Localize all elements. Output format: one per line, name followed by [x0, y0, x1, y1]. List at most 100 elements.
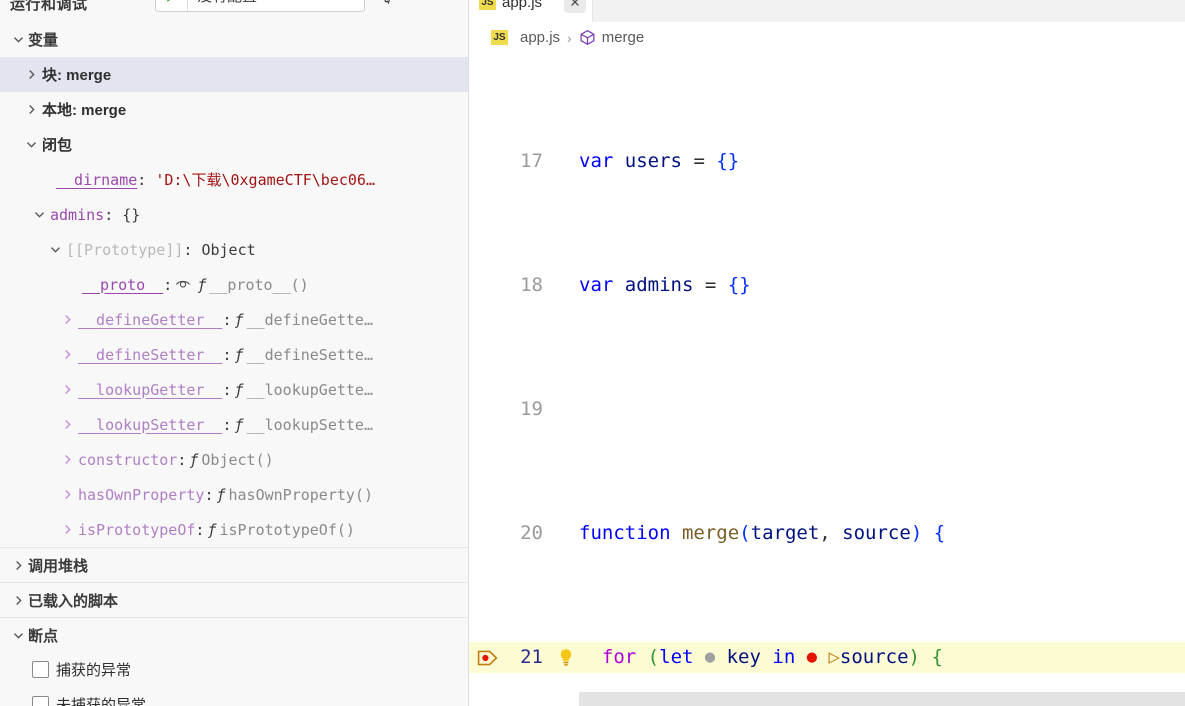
- variable-value: 'D:\下载\0xgameCTF\bec06…: [155, 171, 375, 189]
- run-and-debug-title: 运行和调试: [10, 0, 88, 13]
- code-line[interactable]: 20 function merge(target, source) {: [469, 518, 1185, 549]
- tree-item-hasownproperty[interactable]: hasOwnProperty: ƒ hasOwnProperty(): [0, 477, 468, 512]
- variable-name: __lookupGetter__: [78, 380, 223, 399]
- tree-item-definesetter[interactable]: __defineSetter__: ƒ __defineSette…: [0, 337, 468, 372]
- variable-name: isPrototypeOf: [78, 520, 196, 539]
- tree-item-definegetter[interactable]: __defineGetter__: ƒ __defineGette…: [0, 302, 468, 337]
- function-marker: ƒ: [207, 520, 217, 539]
- code-line[interactable]: 19: [469, 394, 1185, 425]
- breadcrumb-file[interactable]: JS app.js: [491, 29, 560, 46]
- js-file-icon: JS: [479, 0, 496, 10]
- tree-item-constructor[interactable]: constructor: ƒ Object(): [0, 442, 468, 477]
- function-marker: ƒ: [234, 310, 244, 329]
- start-debugging-icon[interactable]: [156, 0, 188, 11]
- chevron-down-icon[interactable]: [338, 0, 364, 1]
- tab-label: app.js: [502, 0, 543, 11]
- lightbulb-icon[interactable]: [553, 648, 579, 668]
- tree-item-lookupsetter[interactable]: __lookupSetter__: ƒ __lookupSette…: [0, 407, 468, 442]
- line-number: 21: [520, 646, 543, 668]
- breakpoint-label: 捕获的异常: [56, 662, 132, 679]
- variable-name: admins: [50, 205, 105, 224]
- code-text: function merge(target, source) {: [579, 522, 946, 544]
- close-icon[interactable]: [564, 0, 586, 13]
- variable-name: __dirname: [56, 170, 138, 189]
- variable-name: __defineGetter__: [78, 310, 223, 329]
- section-header-loaded-scripts[interactable]: 已载入的脚本: [0, 582, 468, 617]
- function-marker: ƒ: [234, 345, 244, 364]
- code-line[interactable]: 17 var users = {}: [469, 146, 1185, 177]
- breakpoint-uncaught-exceptions[interactable]: 未捕获的异常: [0, 687, 468, 706]
- code-text: for (let ● key in ● ▷source) {: [601, 646, 943, 668]
- breadcrumb: JS app.js › merge: [469, 22, 1185, 53]
- function-marker: ƒ: [189, 450, 199, 469]
- breadcrumb-symbol[interactable]: merge: [579, 29, 645, 46]
- breadcrumb-separator: ›: [567, 29, 572, 46]
- section-header-variables[interactable]: 变量: [0, 22, 468, 57]
- code-line[interactable]: 18 var admins = {}: [469, 270, 1185, 301]
- breadcrumb-symbol-label: merge: [601, 29, 645, 46]
- chevron-right-icon: [8, 590, 28, 610]
- chevron-down-icon: [20, 138, 42, 151]
- run-and-debug-sidebar: 运行和调试 没有配置 变量: [0, 0, 469, 706]
- function-marker: ƒ: [234, 415, 244, 434]
- tree-item-local-scope[interactable]: 本地: merge: [0, 92, 468, 127]
- variable-value: __defineSette…: [246, 345, 373, 364]
- gear-icon[interactable]: [375, 0, 401, 8]
- chevron-down-icon: [28, 208, 50, 221]
- breakpoint-marker[interactable]: [469, 648, 507, 668]
- tree-item-prototype[interactable]: [[Prototype]]: Object: [0, 232, 468, 267]
- chevron-down-icon: [8, 30, 28, 50]
- section-header-call-stack[interactable]: 调用堆栈: [0, 547, 468, 582]
- tree-item-label: 块: merge: [42, 67, 112, 84]
- section-label: 已载入的脚本: [28, 592, 119, 610]
- editor-area: JS app.js JS app.js › merge 17 var users…: [469, 0, 1185, 706]
- run-debug-toolbar: 运行和调试 没有配置: [0, 0, 468, 22]
- variable-value: isPrototypeOf(): [219, 520, 355, 539]
- prototype-label: [[Prototype]]: [66, 240, 184, 259]
- js-file-icon: JS: [491, 30, 508, 45]
- checkbox[interactable]: [32, 661, 49, 678]
- vscode-debug-window: 运行和调试 没有配置 变量: [0, 0, 1185, 706]
- variable-name: __lookupSetter__: [78, 415, 223, 434]
- checkbox[interactable]: [32, 696, 49, 706]
- cube-icon: [579, 29, 596, 46]
- horizontal-scrollbar[interactable]: [579, 692, 1185, 706]
- tree-item-lookupgetter[interactable]: __lookupGetter__: ƒ __lookupGette…: [0, 372, 468, 407]
- variable-value: __lookupSette…: [246, 415, 373, 434]
- section-label: 断点: [28, 627, 59, 645]
- variable-value: __lookupGette…: [246, 380, 373, 399]
- breakpoint-caught-exceptions[interactable]: 捕获的异常: [0, 652, 468, 687]
- line-number: 19: [520, 398, 543, 420]
- line-number: 17: [520, 150, 543, 172]
- code-editor[interactable]: 17 var users = {} 18 var admins = {} 19 …: [469, 53, 1185, 706]
- chevron-right-icon: [56, 418, 78, 431]
- code-line-current[interactable]: 21 for (let ● key in ● ▷source) {: [469, 642, 1185, 673]
- code-text: var admins = {}: [579, 274, 751, 296]
- editor-tab-app-js[interactable]: JS app.js: [469, 0, 593, 22]
- variable-value: __defineGette…: [246, 310, 373, 329]
- prototype-value: Object: [201, 240, 256, 259]
- breakpoint-label: 未捕获的异常: [56, 697, 147, 706]
- chevron-right-icon: [20, 68, 42, 81]
- chevron-right-icon: [8, 555, 28, 575]
- line-number: 18: [520, 274, 543, 296]
- variable-name: hasOwnProperty: [78, 485, 205, 504]
- editor-tab-bar: JS app.js: [469, 0, 1185, 22]
- section-header-breakpoints[interactable]: 断点: [0, 617, 468, 652]
- tree-item-label: 本地: merge: [42, 102, 127, 119]
- launch-configuration-select[interactable]: 没有配置: [155, 0, 365, 12]
- function-marker: ƒ: [197, 275, 207, 294]
- tree-item-block-scope[interactable]: 块: merge: [0, 57, 468, 92]
- chevron-down-icon: [8, 625, 28, 645]
- tree-item-dirname[interactable]: __dirname: 'D:\下载\0xgameCTF\bec06…: [0, 162, 468, 197]
- tree-item-admins[interactable]: admins: {}: [0, 197, 468, 232]
- section-label: 调用堆栈: [28, 557, 89, 575]
- tree-item-proto[interactable]: __proto__: ƒ __proto__(): [0, 267, 468, 302]
- variable-value: Object(): [201, 450, 274, 469]
- tree-item-closure-scope[interactable]: 闭包: [0, 127, 468, 162]
- chevron-right-icon: [56, 348, 78, 361]
- section-label: 变量: [28, 32, 59, 49]
- chevron-down-icon: [44, 243, 66, 256]
- tree-item-isprototypeof[interactable]: isPrototypeOf: ƒ isPrototypeOf(): [0, 512, 468, 547]
- chevron-right-icon: [56, 453, 78, 466]
